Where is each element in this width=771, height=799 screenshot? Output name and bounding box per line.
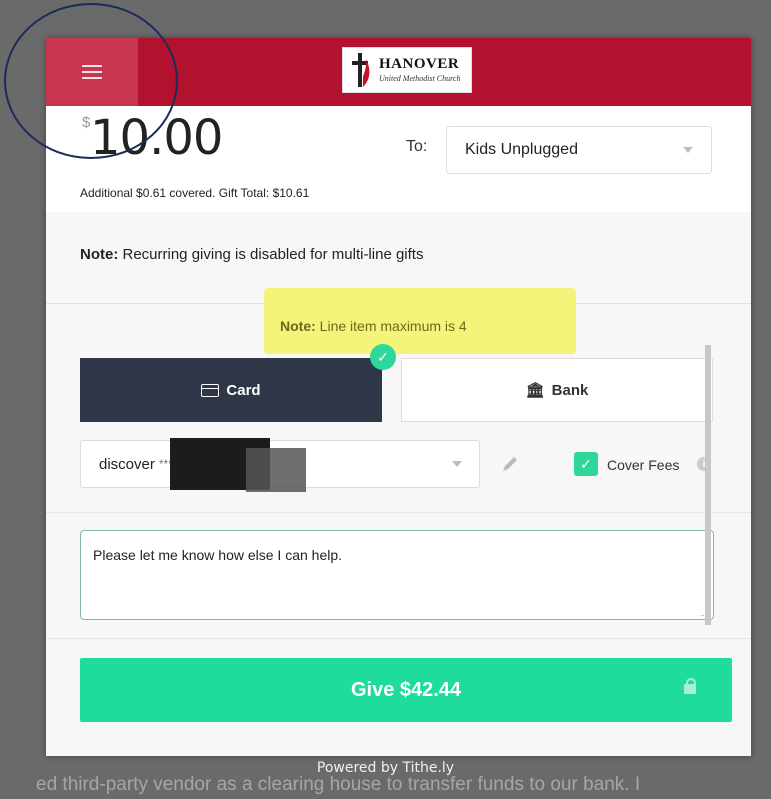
bank-tab[interactable]: 🏛 Bank: [401, 358, 713, 422]
credit-card-icon: [201, 383, 220, 397]
amount-section: $ 10.00 To: Kids Unplugged Additional $0…: [46, 106, 751, 212]
church-logo: HANOVER United Methodist Church: [342, 47, 472, 93]
lock-icon: [684, 678, 696, 694]
card-tab-label: Card: [226, 381, 261, 399]
chevron-down-icon: [683, 147, 693, 153]
line-item-max-text: Line item maximum is 4: [319, 318, 467, 334]
pencil-icon[interactable]: [500, 454, 520, 474]
divider: [46, 638, 751, 639]
amount-input[interactable]: 10.00: [90, 110, 223, 166]
memo-text: Please let me know how else I can help.: [93, 547, 343, 563]
redaction-block: [246, 448, 306, 492]
give-button[interactable]: Give $42.44: [80, 658, 732, 722]
recurring-note: Note: Recurring giving is disabled for m…: [80, 246, 423, 263]
fund-selected-value: Kids Unplugged: [465, 141, 578, 158]
memo-textarea[interactable]: Please let me know how else I can help.: [80, 530, 714, 620]
cover-fees-checkbox[interactable]: ✓: [574, 452, 598, 476]
cross-flame-icon: [352, 53, 370, 87]
divider: [46, 512, 751, 513]
note-label: Note:: [80, 246, 119, 263]
header-bar: HANOVER United Methodist Church: [46, 38, 751, 106]
bank-tab-label: Bank: [551, 381, 589, 399]
line-item-max-note: Note: Line item maximum is 4: [280, 318, 467, 334]
recurring-note-text: Recurring giving is disabled for multi-l…: [122, 246, 424, 263]
scrollbar-thumb[interactable]: [705, 345, 711, 625]
additional-fee-text: Additional $0.61 covered. Gift Total: $1…: [80, 186, 310, 200]
hamburger-icon: [82, 61, 102, 83]
to-label: To:: [406, 138, 428, 155]
chevron-down-icon: [452, 461, 462, 467]
cover-fees-label: Cover Fees: [607, 457, 680, 473]
menu-button[interactable]: [46, 38, 138, 106]
card-tab[interactable]: Card: [80, 358, 382, 422]
logo-title: HANOVER: [379, 56, 460, 72]
fund-select[interactable]: Kids Unplugged: [446, 126, 712, 174]
give-button-label: Give $42.44: [350, 678, 462, 701]
card-brand: discover: [99, 455, 155, 473]
selected-check-icon: ✓: [370, 344, 396, 370]
logo-subtitle: United Methodist Church: [379, 74, 461, 83]
bank-icon: 🏛: [525, 382, 545, 399]
note-label: Note:: [280, 318, 316, 334]
giving-modal: HANOVER United Methodist Church $ 10.00 …: [46, 38, 751, 756]
powered-by-text: Powered by Tithe.ly: [316, 760, 455, 776]
